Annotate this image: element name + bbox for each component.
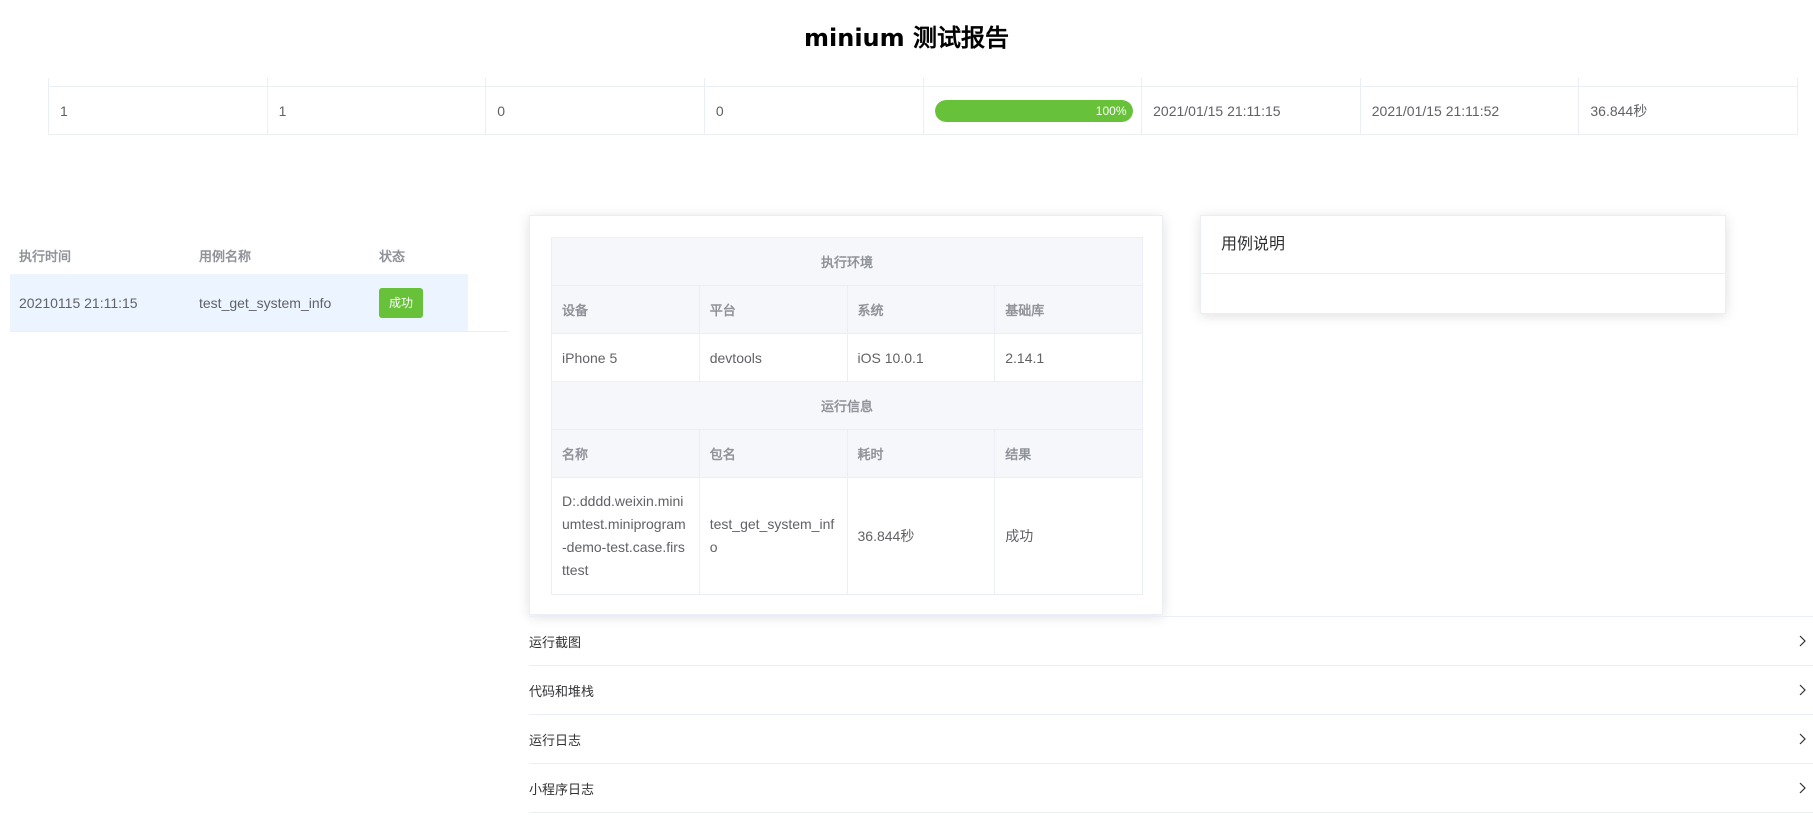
env-system: iOS 10.0.1: [846, 333, 996, 382]
run-section-title: 运行信息: [551, 381, 1143, 430]
summary-error: 0: [705, 87, 924, 134]
case-row[interactable]: 20210115 21:11:15 test_get_system_info 成…: [10, 274, 468, 331]
summary-row: 1 1 0 0 100% 2021/01/15 21:11:15 2021/01…: [48, 86, 1798, 135]
summary-start-time: 2021/01/15 21:11:15: [1142, 87, 1361, 134]
case-list-divider: [10, 331, 508, 332]
case-list: 执行时间 用例名称 状态 20210115 21:11:15 test_get_…: [10, 236, 508, 332]
collapse-code-stack[interactable]: 代码和堆栈: [529, 666, 1813, 715]
env-header-sdk: 基础库: [994, 285, 1143, 334]
env-header-device: 设备: [551, 285, 700, 334]
case-description-card: 用例说明: [1200, 215, 1726, 314]
case-name: test_get_system_info: [199, 294, 332, 311]
chevron-right-icon: [1791, 728, 1813, 750]
header-name: 用例名称: [199, 248, 252, 264]
run-result: 成功: [994, 477, 1143, 595]
collapse-miniprogram-log[interactable]: 小程序日志: [529, 764, 1813, 813]
run-header-duration: 耗时: [846, 429, 996, 478]
pass-rate-progress-bar: 100%: [934, 99, 1133, 122]
case-status-cell: 成功: [370, 287, 468, 318]
run-header-name: 名称: [551, 429, 700, 478]
header-status: 状态: [379, 248, 406, 264]
env-sdk: 2.14.1: [994, 333, 1143, 382]
env-header-system: 系统: [846, 285, 996, 334]
chevron-right-icon: [1791, 679, 1813, 701]
page-title: minium 测试报告: [804, 24, 1009, 52]
collapse-screenshots[interactable]: 运行截图: [529, 617, 1813, 666]
env-header-platform: 平台: [698, 285, 848, 334]
summary-end-time: 2021/01/15 21:11:52: [1361, 87, 1580, 134]
summary-failed: 0: [486, 87, 705, 134]
chevron-right-icon: [1791, 777, 1813, 799]
summary-passed: 1: [268, 87, 487, 134]
progress-label: 100%: [1095, 103, 1127, 118]
run-duration: 36.844秒: [846, 477, 996, 595]
summary-duration: 36.844秒: [1590, 102, 1648, 119]
collapse-label: 运行截图: [529, 634, 582, 650]
env-device: iPhone 5: [551, 333, 700, 382]
detail-collapse: 运行截图 代码和堆栈 运行日志 小程序日志: [529, 616, 1813, 813]
chevron-right-icon: [1791, 630, 1813, 652]
case-list-header: 执行时间 用例名称 状态: [10, 236, 508, 274]
collapse-label: 代码和堆栈: [529, 683, 595, 699]
case-time: 20210115 21:11:15: [19, 294, 138, 311]
status-badge: 成功: [379, 287, 424, 318]
summary-header-lines: [48, 78, 1798, 86]
collapse-label: 小程序日志: [529, 781, 595, 797]
description-title: 用例说明: [1201, 216, 1725, 274]
run-name: D:.dddd.weixin.miniumtest.miniprogram-de…: [551, 477, 700, 595]
env-section-title: 执行环境: [551, 237, 1143, 286]
collapse-run-log[interactable]: 运行日志: [529, 715, 1813, 764]
summary-total: 1: [49, 87, 268, 134]
header-time: 执行时间: [19, 248, 72, 264]
env-platform: devtools: [698, 333, 848, 382]
summary-progress-cell: 100%: [924, 87, 1143, 134]
run-header-package: 包名: [698, 429, 848, 478]
collapse-label: 运行日志: [529, 732, 582, 748]
run-header-result: 结果: [994, 429, 1143, 478]
run-package: test_get_system_info: [698, 477, 848, 595]
case-info-table: 执行环境 设备 平台 系统 基础库 iPhone 5 devtools iOS …: [551, 237, 1143, 595]
case-detail-card: 执行环境 设备 平台 系统 基础库 iPhone 5 devtools iOS …: [529, 215, 1163, 615]
